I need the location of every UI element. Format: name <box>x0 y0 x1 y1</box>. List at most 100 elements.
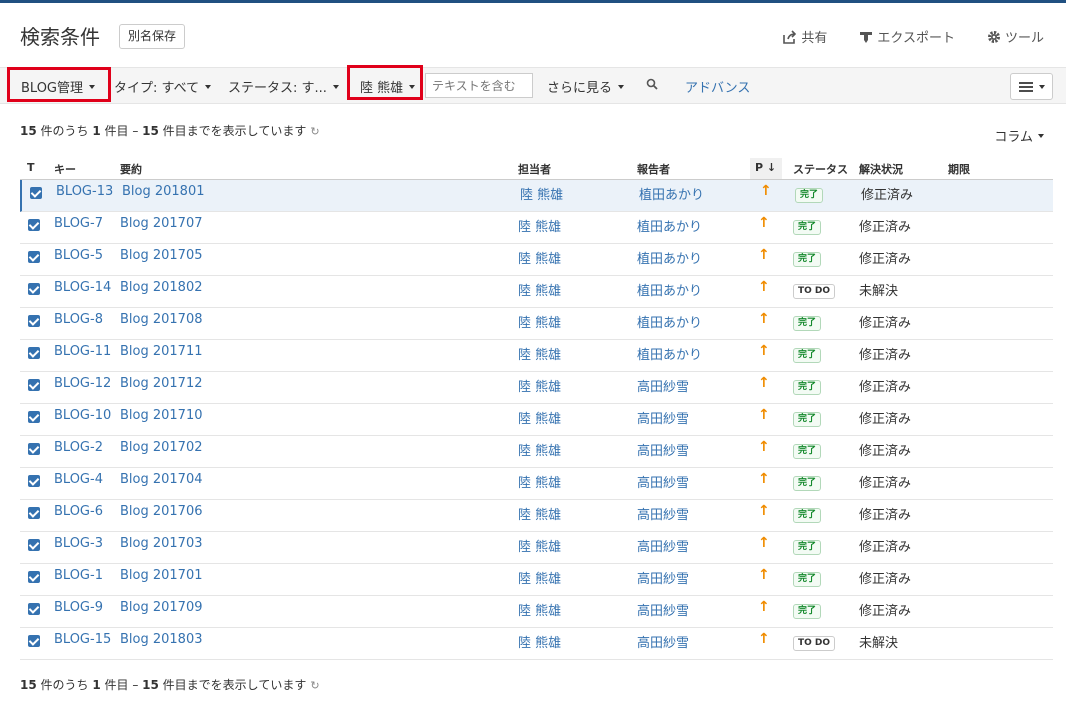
issue-key-link[interactable]: BLOG-15 <box>54 632 111 647</box>
table-row[interactable]: BLOG-10 Blog 201710 陸 熊雄 高田紗雪 ↑ 完了 修正済み <box>20 404 1053 436</box>
assignee-link[interactable]: 陸 熊雄 <box>518 536 561 555</box>
row-checkbox[interactable] <box>30 187 42 199</box>
status-filter[interactable]: ステータス: す... <box>228 77 339 96</box>
refresh-icon[interactable]: ↻ <box>310 125 319 138</box>
assignee-link[interactable]: 陸 熊雄 <box>518 280 561 299</box>
row-checkbox[interactable] <box>28 315 40 327</box>
issue-summary-link[interactable]: Blog 201710 <box>120 408 203 423</box>
table-row[interactable]: BLOG-14 Blog 201802 陸 熊雄 植田あかり ↑ TO DO 未解決 <box>20 276 1053 308</box>
issue-key-link[interactable]: BLOG-1 <box>54 568 103 583</box>
issue-summary-link[interactable]: Blog 201801 <box>122 184 205 199</box>
issue-summary-link[interactable]: Blog 201701 <box>120 568 203 583</box>
assignee-link[interactable]: 陸 熊雄 <box>518 600 561 619</box>
row-checkbox[interactable] <box>28 411 40 423</box>
issue-key-link[interactable]: BLOG-10 <box>54 408 111 423</box>
assignee-link[interactable]: 陸 熊雄 <box>520 184 563 203</box>
issue-key-link[interactable]: BLOG-9 <box>54 600 103 615</box>
col-due[interactable]: 期限 <box>948 161 970 177</box>
reporter-link[interactable]: 植田あかり <box>637 216 702 235</box>
row-checkbox[interactable] <box>28 475 40 487</box>
issue-key-link[interactable]: BLOG-6 <box>54 504 103 519</box>
table-row[interactable]: BLOG-13 Blog 201801 陸 熊雄 植田あかり ↑ 完了 修正済み <box>20 180 1053 212</box>
assignee-link[interactable]: 陸 熊雄 <box>518 408 561 427</box>
text-search-input[interactable] <box>425 73 533 98</box>
issue-summary-link[interactable]: Blog 201712 <box>120 376 203 391</box>
reporter-link[interactable]: 高田紗雪 <box>637 472 689 491</box>
reporter-link[interactable]: 植田あかり <box>639 184 704 203</box>
row-checkbox[interactable] <box>28 219 40 231</box>
reporter-link[interactable]: 植田あかり <box>637 248 702 267</box>
issue-summary-link[interactable]: Blog 201705 <box>120 248 203 263</box>
row-checkbox[interactable] <box>28 507 40 519</box>
reporter-link[interactable]: 高田紗雪 <box>637 600 689 619</box>
col-type[interactable]: T <box>27 161 35 174</box>
export-button[interactable]: エクスポート <box>859 27 955 46</box>
table-row[interactable]: BLOG-1 Blog 201701 陸 熊雄 高田紗雪 ↑ 完了 修正済み <box>20 564 1053 596</box>
assignee-link[interactable]: 陸 熊雄 <box>518 312 561 331</box>
issue-key-link[interactable]: BLOG-13 <box>56 184 113 199</box>
row-checkbox[interactable] <box>28 443 40 455</box>
columns-button[interactable]: コラム <box>994 126 1044 145</box>
reporter-link[interactable]: 高田紗雪 <box>637 408 689 427</box>
reporter-link[interactable]: 植田あかり <box>637 312 702 331</box>
issue-summary-link[interactable]: Blog 201707 <box>120 216 203 231</box>
issue-summary-link[interactable]: Blog 201703 <box>120 536 203 551</box>
col-summary[interactable]: 要約 <box>120 161 142 177</box>
table-row[interactable]: BLOG-7 Blog 201707 陸 熊雄 植田あかり ↑ 完了 修正済み <box>20 212 1053 244</box>
table-row[interactable]: BLOG-8 Blog 201708 陸 熊雄 植田あかり ↑ 完了 修正済み <box>20 308 1053 340</box>
table-row[interactable]: BLOG-4 Blog 201704 陸 熊雄 高田紗雪 ↑ 完了 修正済み <box>20 468 1053 500</box>
row-checkbox[interactable] <box>28 283 40 295</box>
table-row[interactable]: BLOG-15 Blog 201803 陸 熊雄 高田紗雪 ↑ TO DO 未解決 <box>20 628 1053 660</box>
reporter-link[interactable]: 高田紗雪 <box>637 504 689 523</box>
issue-key-link[interactable]: BLOG-14 <box>54 280 111 295</box>
row-checkbox[interactable] <box>28 379 40 391</box>
assignee-link[interactable]: 陸 熊雄 <box>518 472 561 491</box>
issue-key-link[interactable]: BLOG-8 <box>54 312 103 327</box>
issue-summary-link[interactable]: Blog 201704 <box>120 472 203 487</box>
assignee-link[interactable]: 陸 熊雄 <box>518 632 561 651</box>
assignee-link[interactable]: 陸 熊雄 <box>518 344 561 363</box>
table-row[interactable]: BLOG-5 Blog 201705 陸 熊雄 植田あかり ↑ 完了 修正済み <box>20 244 1053 276</box>
view-menu-button[interactable] <box>1010 73 1053 100</box>
assignee-link[interactable]: 陸 熊雄 <box>518 504 561 523</box>
row-checkbox[interactable] <box>28 635 40 647</box>
row-checkbox[interactable] <box>28 347 40 359</box>
assignee-link[interactable]: 陸 熊雄 <box>518 216 561 235</box>
issue-summary-link[interactable]: Blog 201802 <box>120 280 203 295</box>
table-row[interactable]: BLOG-6 Blog 201706 陸 熊雄 高田紗雪 ↑ 完了 修正済み <box>20 500 1053 532</box>
reporter-link[interactable]: 高田紗雪 <box>637 440 689 459</box>
refresh-icon[interactable]: ↻ <box>310 679 319 692</box>
share-button[interactable]: 共有 <box>783 27 827 46</box>
more-filters-button[interactable]: さらに見る <box>547 77 625 96</box>
col-key[interactable]: キー <box>54 161 76 177</box>
assignee-link[interactable]: 陸 熊雄 <box>518 440 561 459</box>
issue-key-link[interactable]: BLOG-5 <box>54 248 103 263</box>
table-row[interactable]: BLOG-2 Blog 201702 陸 熊雄 高田紗雪 ↑ 完了 修正済み <box>20 436 1053 468</box>
issue-key-link[interactable]: BLOG-12 <box>54 376 111 391</box>
col-status[interactable]: ステータス <box>793 161 848 177</box>
assignee-link[interactable]: 陸 熊雄 <box>518 376 561 395</box>
issue-summary-link[interactable]: Blog 201706 <box>120 504 203 519</box>
issue-summary-link[interactable]: Blog 201702 <box>120 440 203 455</box>
reporter-link[interactable]: 高田紗雪 <box>637 376 689 395</box>
reporter-link[interactable]: 植田あかり <box>637 280 702 299</box>
assignee-link[interactable]: 陸 熊雄 <box>518 568 561 587</box>
reporter-link[interactable]: 植田あかり <box>637 344 702 363</box>
issue-key-link[interactable]: BLOG-4 <box>54 472 103 487</box>
issue-summary-link[interactable]: Blog 201708 <box>120 312 203 327</box>
row-checkbox[interactable] <box>28 571 40 583</box>
reporter-link[interactable]: 高田紗雪 <box>637 568 689 587</box>
col-resolution[interactable]: 解決状況 <box>859 161 903 177</box>
search-button[interactable] <box>646 78 658 90</box>
assignee-link[interactable]: 陸 熊雄 <box>518 248 561 267</box>
advanced-search-link[interactable]: アドバンス <box>685 77 750 96</box>
issue-key-link[interactable]: BLOG-7 <box>54 216 103 231</box>
reporter-link[interactable]: 高田紗雪 <box>637 632 689 651</box>
table-row[interactable]: BLOG-12 Blog 201712 陸 熊雄 高田紗雪 ↑ 完了 修正済み <box>20 372 1053 404</box>
col-assignee[interactable]: 担当者 <box>518 161 551 177</box>
table-row[interactable]: BLOG-11 Blog 201711 陸 熊雄 植田あかり ↑ 完了 修正済み <box>20 340 1053 372</box>
issue-key-link[interactable]: BLOG-3 <box>54 536 103 551</box>
reporter-link[interactable]: 高田紗雪 <box>637 536 689 555</box>
issue-key-link[interactable]: BLOG-11 <box>54 344 111 359</box>
table-row[interactable]: BLOG-3 Blog 201703 陸 熊雄 高田紗雪 ↑ 完了 修正済み <box>20 532 1053 564</box>
